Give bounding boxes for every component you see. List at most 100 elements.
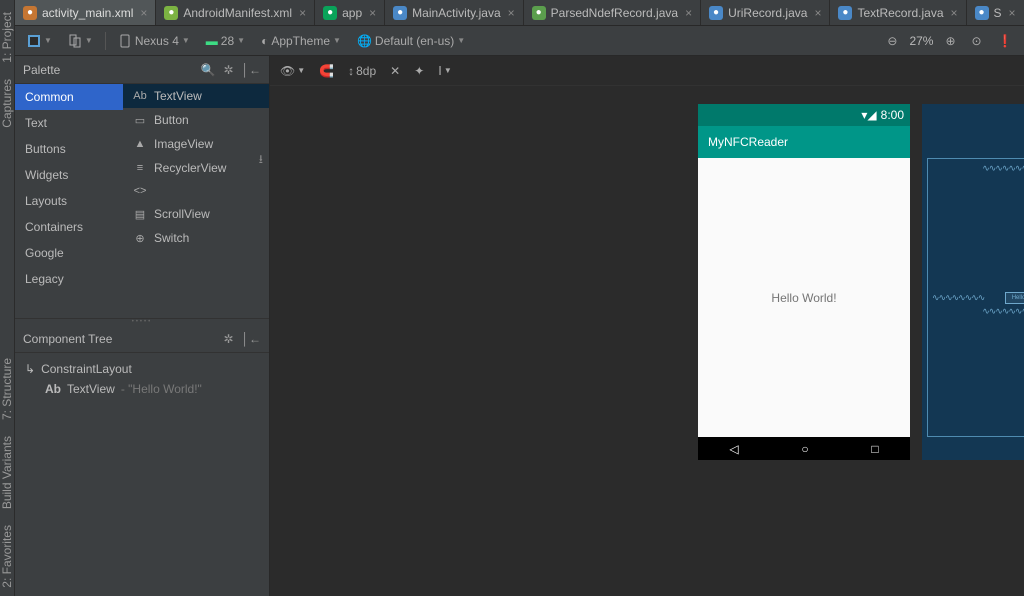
zoom-out-icon[interactable]: ⊖ — [883, 32, 901, 50]
select-mode-icon[interactable]: 👁▼ — [280, 64, 305, 78]
widget-icon: ▲ — [133, 138, 147, 150]
clear-constraints-icon[interactable]: ✕ — [390, 64, 400, 78]
palette-cat-widgets[interactable]: Widgets — [15, 162, 123, 188]
palette-cat-google[interactable]: Google — [15, 240, 123, 266]
tree-title: Component Tree — [23, 332, 112, 346]
tab-activity_main-xml[interactable]: ●activity_main.xml× — [15, 0, 156, 25]
close-icon[interactable]: × — [951, 6, 958, 20]
design-surface[interactable]: ▾◢ 8:00 MyNFCReader Hello World! ◁ ○ □ — [270, 86, 1024, 596]
zoom-level: 27% — [909, 34, 933, 48]
design-toolbar: ▼ ▼ Nexus 4▼ ▬28▼ ◐AppTheme▼ 🌐Default (e… — [15, 26, 1024, 56]
rail-build-variants[interactable]: Build Variants — [0, 428, 14, 517]
palette-settings-icon[interactable]: ✲ — [223, 63, 233, 77]
rail-structure[interactable]: 7: Structure — [0, 350, 14, 428]
download-icon[interactable]: ⭳ — [259, 150, 263, 171]
palette-cat-layouts[interactable]: Layouts — [15, 188, 123, 214]
design-canvas: 👁▼ 🧲 ↕8dp ✕ ✦ Ⅰ▼ ▾◢ 8:00 MyNFCReader — [270, 56, 1024, 596]
palette-item-scrollview[interactable]: ▤ScrollView — [123, 202, 269, 226]
rail-project[interactable]: 1: Project — [0, 4, 14, 71]
constraint-left: ∿∿∿∿∿∿∿∿ — [932, 292, 1004, 303]
palette-cat-buttons[interactable]: Buttons — [15, 136, 123, 162]
tab-mainactivity-java[interactable]: ●MainActivity.java× — [385, 0, 524, 25]
wifi-icon: ▾◢ — [861, 108, 876, 122]
palette-header: Palette 🔍 ✲ │← — [15, 56, 269, 84]
tab-app[interactable]: ●app× — [315, 0, 385, 25]
guidelines-icon[interactable]: Ⅰ▼ — [438, 64, 451, 78]
constraint-bottom: ∿∿∿∿∿∿∿∿∿∿∿∿∿∿ — [982, 306, 1024, 432]
nav-bar: ◁ ○ □ — [698, 437, 910, 460]
close-icon[interactable]: × — [140, 6, 147, 20]
palette-item-textview[interactable]: AbTextView — [123, 84, 269, 108]
palette-item-switch[interactable]: ⊕Switch — [123, 226, 269, 250]
tab-s[interactable]: ●S× — [967, 0, 1024, 25]
textview-icon: Ab — [45, 382, 61, 396]
editor-tabs: ●activity_main.xml×●AndroidManifest.xml×… — [15, 0, 1024, 26]
widget-icon: ▤ — [133, 208, 147, 221]
tree-settings-icon[interactable]: ✲ — [223, 332, 233, 346]
palette-title: Palette — [23, 63, 60, 77]
close-icon[interactable]: × — [685, 6, 692, 20]
infer-constraints-icon[interactable]: ✦ — [414, 64, 424, 78]
api-picker[interactable]: ▬28▼ — [202, 32, 249, 50]
device-picker[interactable]: Nexus 4▼ — [114, 32, 194, 50]
palette-items: ⭳ AbTextView▭Button▲ImageView≡RecyclerVi… — [123, 84, 269, 318]
constraintlayout-icon: ↳ — [25, 362, 35, 376]
tab-textrecord-java[interactable]: ●TextRecord.java× — [830, 0, 966, 25]
palette-cat-text[interactable]: Text — [15, 110, 123, 136]
component-tree-header: Component Tree ✲ │← — [15, 325, 269, 353]
screen-content[interactable]: Hello World! — [698, 158, 910, 437]
back-icon: ◁ — [729, 442, 738, 456]
palette-item-recyclerview[interactable]: ≡RecyclerView — [123, 156, 269, 180]
palette-item-button[interactable]: ▭Button — [123, 108, 269, 132]
palette-categories: CommonTextButtonsWidgetsLayoutsContainer… — [15, 84, 123, 318]
palette-cat-common[interactable]: Common — [15, 84, 123, 110]
close-icon[interactable]: × — [508, 6, 515, 20]
palette-item-fragment[interactable]: <> — [123, 180, 269, 202]
hello-text[interactable]: Hello World! — [771, 291, 836, 305]
palette-search-icon[interactable]: 🔍 — [200, 63, 215, 77]
palette-cat-containers[interactable]: Containers — [15, 214, 123, 240]
rail-favorites[interactable]: 2: Favorites — [0, 517, 14, 596]
widget-icon: ⊕ — [133, 232, 147, 245]
canvas-toolbar: 👁▼ 🧲 ↕8dp ✕ ✦ Ⅰ▼ — [270, 56, 1024, 86]
palette-cat-legacy[interactable]: Legacy — [15, 266, 123, 292]
tree-hide-icon[interactable]: │← — [242, 332, 262, 346]
status-time: 8:00 — [881, 108, 904, 122]
palette-item-imageview[interactable]: ▲ImageView — [123, 132, 269, 156]
home-icon: ○ — [801, 442, 808, 456]
orientation-toggle[interactable]: ▼ — [64, 32, 97, 50]
app-bar: MyNFCReader — [698, 126, 910, 158]
palette-hide-icon[interactable]: │← — [242, 63, 262, 77]
widget-icon: Ab — [133, 90, 147, 102]
design-surface-toggle[interactable]: ▼ — [23, 32, 56, 50]
tab-urirecord-java[interactable]: ●UriRecord.java× — [701, 0, 830, 25]
rail-captures[interactable]: Captures — [0, 71, 14, 136]
status-bar: ▾◢ 8:00 — [698, 104, 910, 126]
component-tree: ↳ ConstraintLayout Ab TextView - "Hello … — [15, 353, 269, 596]
magnet-icon[interactable]: 🧲 — [319, 64, 334, 78]
tab-androidmanifest-xml[interactable]: ●AndroidManifest.xml× — [156, 0, 315, 25]
close-icon[interactable]: × — [1009, 6, 1016, 20]
blueprint-preview[interactable]: ∿∿∿∿∿∿∿∿∿∿∿∿∿∿ ∿∿∿∿∿∿∿∿∿∿∿∿∿∿ ∿∿∿∿∿∿∿∿ ∿… — [922, 104, 1024, 460]
blueprint-textview[interactable]: Hello World! — [1005, 292, 1024, 304]
left-tool-rail: 1: Project Captures 7: Structure Build V… — [0, 0, 15, 596]
tree-child-textview[interactable]: Ab TextView - "Hello World!" — [15, 379, 269, 399]
constraint-top: ∿∿∿∿∿∿∿∿∿∿∿∿∿∿ — [982, 163, 1024, 289]
device-preview[interactable]: ▾◢ 8:00 MyNFCReader Hello World! ◁ ○ □ — [698, 104, 910, 460]
default-margin[interactable]: ↕8dp — [348, 64, 376, 78]
tree-root[interactable]: ↳ ConstraintLayout — [15, 359, 269, 379]
widget-icon: <> — [133, 185, 147, 197]
widget-icon: ▭ — [133, 114, 147, 127]
close-icon[interactable]: × — [369, 6, 376, 20]
locale-picker[interactable]: 🌐Default (en-us)▼ — [353, 32, 469, 50]
left-panel: Palette 🔍 ✲ │← CommonTextButtonsWidgetsL… — [15, 56, 270, 596]
recents-icon: □ — [871, 442, 878, 456]
zoom-fit-icon[interactable]: ⊙ — [968, 32, 986, 50]
warnings-icon[interactable]: ❗ — [994, 32, 1017, 50]
zoom-in-icon[interactable]: ⊕ — [941, 32, 959, 50]
blueprint-bounds: ∿∿∿∿∿∿∿∿∿∿∿∿∿∿ ∿∿∿∿∿∿∿∿∿∿∿∿∿∿ ∿∿∿∿∿∿∿∿ ∿… — [927, 158, 1024, 437]
tab-parsedndefrecord-java[interactable]: ●ParsedNdefRecord.java× — [524, 0, 701, 25]
theme-picker[interactable]: ◐AppTheme▼ — [257, 32, 345, 50]
close-icon[interactable]: × — [814, 6, 821, 20]
close-icon[interactable]: × — [299, 6, 306, 20]
